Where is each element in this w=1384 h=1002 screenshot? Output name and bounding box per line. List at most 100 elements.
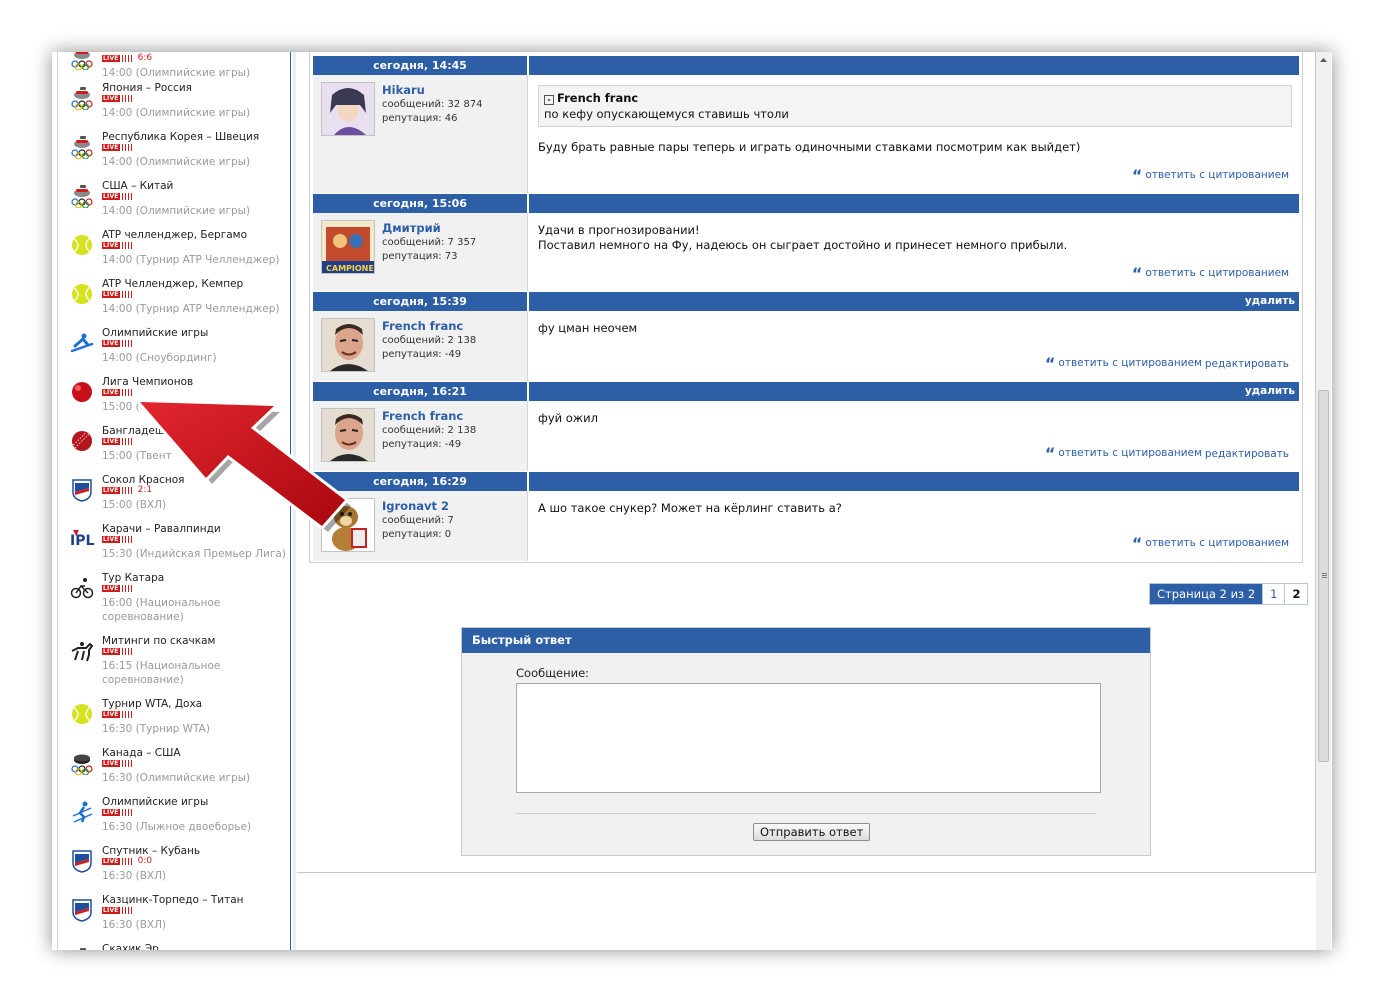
match-title[interactable]: Олимпийские игры bbox=[102, 796, 208, 808]
live-match-item[interactable]: Спутник – Кубань LIVE 0:0 16:30 (ВХЛ) bbox=[58, 845, 291, 894]
edit-post-link[interactable]: редактировать bbox=[1205, 448, 1289, 460]
avatar[interactable]: CAMPIONE bbox=[321, 220, 375, 274]
quote-mark-icon: “ bbox=[1131, 166, 1143, 185]
reply-with-quote-link[interactable]: “ответить с цитированием bbox=[1045, 446, 1202, 462]
live-matches-sidebar: LIVE 6:6 14:00 (Олимпийские игры) Япония – … bbox=[57, 52, 291, 950]
match-title[interactable]: Япония – Россия bbox=[102, 82, 192, 94]
cricket-ball-icon bbox=[70, 429, 94, 453]
svg-text:IPL: IPL bbox=[70, 533, 94, 549]
match-title[interactable]: Олимпийские игры bbox=[102, 327, 208, 339]
live-match-item[interactable]: Скахик Эр bbox=[58, 943, 291, 950]
tennis-ball-icon bbox=[70, 282, 94, 306]
reply-with-quote-link[interactable]: “ответить с цитированием bbox=[1045, 356, 1202, 372]
live-badge: LIVE bbox=[102, 487, 120, 494]
live-match-item[interactable]: IPL Карачи – Равалпинди LIVE 15:30 (Индийск… bbox=[58, 523, 291, 572]
olympic-hockey-icon bbox=[70, 751, 94, 776]
avatar[interactable] bbox=[321, 318, 375, 372]
avatar[interactable] bbox=[321, 498, 375, 552]
live-bars-icon bbox=[121, 95, 132, 102]
scrollbar-thumb[interactable] bbox=[1318, 390, 1329, 762]
match-title[interactable]: Турнир WTA, Доха bbox=[102, 698, 202, 710]
skiing-icon bbox=[70, 800, 94, 824]
match-title[interactable]: Скахик Эр bbox=[102, 943, 159, 950]
match-title[interactable]: Карачи – Равалпинди bbox=[102, 523, 221, 535]
match-title[interactable]: Республика Корея – Швеция bbox=[102, 131, 259, 143]
live-match-item[interactable]: ATP челленджер, Бергамо LIVE 14:00 (Турнир… bbox=[58, 229, 291, 278]
post-author-panel: CAMPIONE Дмитрий сообщений: 7 357 репутация… bbox=[313, 213, 528, 291]
live-match-item[interactable]: Япония – Россия LIVE 14:00 (Олимпийские иг… bbox=[58, 82, 291, 131]
post-body: Удачи в прогнозировании! Поставил немного… bbox=[528, 213, 1299, 291]
match-title[interactable]: ATP Челленджер, Кемпер bbox=[102, 278, 243, 290]
live-match-item[interactable]: Сокол Красноя LIVE 2:1 15:00 (ВХЛ) bbox=[58, 474, 291, 523]
match-title[interactable]: Лига Чемпионов bbox=[102, 376, 193, 388]
live-bars-icon bbox=[121, 193, 132, 200]
delete-post-link[interactable]: удалить bbox=[1245, 292, 1295, 311]
message-textarea[interactable] bbox=[516, 683, 1101, 793]
live-bars-icon bbox=[121, 585, 132, 592]
username-link[interactable]: Igronavt 2 bbox=[382, 499, 449, 513]
live-match-item[interactable]: ATP Челленджер, Кемпер LIVE 14:00 (Турнир … bbox=[58, 278, 291, 327]
live-bars-icon bbox=[121, 144, 132, 151]
live-match-item[interactable]: Турнир WTA, Доха LIVE 16:30 (Турнир WTA) bbox=[58, 698, 291, 747]
match-time: 15:00 (ВХЛ) bbox=[102, 498, 166, 512]
quote-collapse-icon[interactable]: - bbox=[544, 95, 554, 105]
svg-text:CAMPIONE: CAMPIONE bbox=[326, 264, 374, 273]
reputation: репутация: 0 bbox=[382, 529, 452, 540]
quote-mark-icon: “ bbox=[1044, 444, 1056, 463]
header-separator bbox=[527, 56, 529, 75]
reply-with-quote-link[interactable]: “ответить с цитированием bbox=[1132, 168, 1289, 184]
live-match-item[interactable]: Олимпийские игры LIVE 14:00 (Сноубординг) bbox=[58, 327, 291, 376]
pagination-label: Страница 2 из 2 bbox=[1150, 584, 1263, 604]
live-match-item[interactable]: Олимпийские игры LIVE 16:30 (Лыжное двоебо… bbox=[58, 796, 291, 845]
scroll-up-arrow-icon[interactable] bbox=[1316, 52, 1331, 68]
quick-reply-title: Быстрый ответ bbox=[462, 628, 1150, 653]
quote-text: по кефу опускающемуся ставишь чтоли bbox=[544, 107, 789, 121]
match-title[interactable]: США – Китай bbox=[102, 180, 173, 192]
reputation: репутация: 46 bbox=[382, 113, 458, 124]
sidebar-divider bbox=[290, 52, 291, 950]
match-time: 14:00 (Олимпийские игры) bbox=[102, 204, 250, 218]
reply-with-quote-label: ответить с цитированием bbox=[1058, 447, 1202, 459]
avatar[interactable] bbox=[321, 82, 375, 136]
username-link[interactable]: Hikaru bbox=[382, 83, 425, 97]
reply-with-quote-link[interactable]: “ответить с цитированием bbox=[1132, 536, 1289, 552]
live-bars-icon bbox=[121, 711, 132, 718]
username-link[interactable]: French franc bbox=[382, 409, 463, 423]
reply-with-quote-label: ответить с цитированием bbox=[1145, 537, 1289, 549]
edit-post-link[interactable]: редактировать bbox=[1205, 358, 1289, 370]
username-link[interactable]: French franc bbox=[382, 319, 463, 333]
live-match-item[interactable]: Митинги по скачкам LIVE 16:15 (Национально… bbox=[58, 635, 291, 686]
reply-with-quote-link[interactable]: “ответить с цитированием bbox=[1132, 266, 1289, 282]
live-match-item[interactable]: Казцинк-Торпедо – Титан LIVE 16:30 (ВХЛ) bbox=[58, 894, 291, 943]
live-match-item[interactable]: Республика Корея – Швеция LIVE 14:00 (Олим… bbox=[58, 131, 291, 180]
post-date: сегодня, 16:21 bbox=[373, 385, 467, 398]
avatar[interactable] bbox=[321, 408, 375, 462]
live-match-item[interactable]: Канада – США LIVE 16:30 (Олимпийские игры) bbox=[58, 747, 291, 796]
match-title[interactable]: Бангладеш bbox=[102, 425, 165, 437]
live-match-item[interactable]: США – Китай LIVE 14:00 (Олимпийские игры) bbox=[58, 180, 291, 229]
live-match-item[interactable]: Лига Чемпионов LIVE 15:00 (С bbox=[58, 376, 291, 425]
username-link[interactable]: Дмитрий bbox=[382, 221, 441, 235]
page-scrollbar[interactable] bbox=[1316, 52, 1331, 950]
match-time: 16:30 (Турнир WTA) bbox=[102, 722, 210, 736]
live-indicator: LIVE bbox=[102, 809, 132, 816]
match-title[interactable]: Казцинк-Торпедо – Титан bbox=[102, 894, 244, 906]
live-badge: LIVE bbox=[102, 389, 120, 396]
live-bars-icon bbox=[121, 809, 132, 816]
live-match-item[interactable]: Тур Катара LIVE 16:00 (Национальное соревно… bbox=[58, 572, 291, 623]
pagination: Страница 2 из 2 1 2 bbox=[1149, 583, 1309, 605]
live-bars-icon bbox=[121, 55, 132, 62]
match-time-text: 15:00 (ВХЛ) bbox=[102, 499, 167, 511]
post-header: сегодня, 15:39 удалить bbox=[313, 292, 1299, 311]
match-title[interactable]: Тур Катара bbox=[102, 572, 164, 584]
post-header: сегодня, 16:29 bbox=[313, 472, 1299, 491]
match-time-text: 16:30 (Олимпийские игры) bbox=[102, 772, 251, 784]
match-title[interactable]: Канада – США bbox=[102, 747, 181, 759]
match-title[interactable]: ATP челленджер, Бергамо bbox=[102, 229, 247, 241]
live-match-item[interactable]: Бангладеш LIVE 15:00 (Твент bbox=[58, 425, 291, 474]
match-title[interactable]: Митинги по скачкам bbox=[102, 635, 215, 647]
delete-post-link[interactable]: удалить bbox=[1245, 382, 1295, 401]
submit-reply-button[interactable]: Отправить ответ bbox=[753, 823, 871, 841]
post-body: фу цман неочем “ответить с цитированием ре… bbox=[528, 311, 1299, 381]
page-link-1[interactable]: 1 bbox=[1262, 584, 1285, 604]
